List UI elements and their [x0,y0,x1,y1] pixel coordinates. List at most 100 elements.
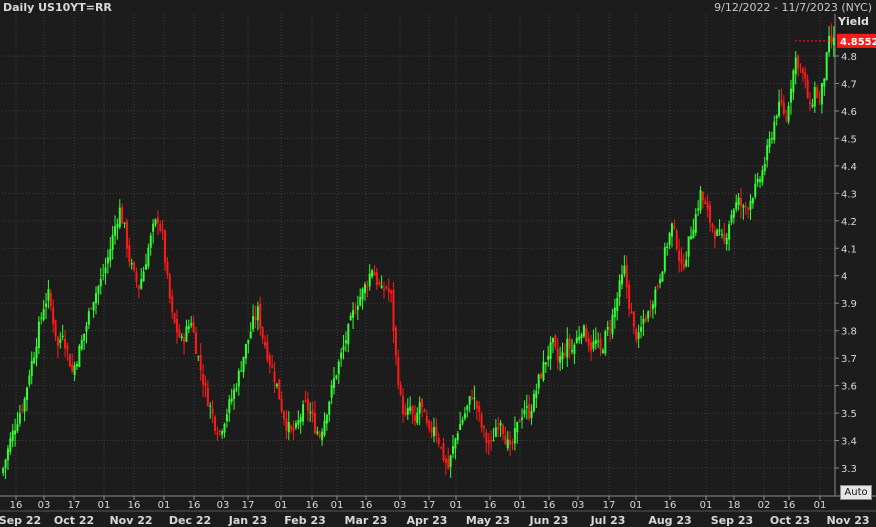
candle-body [192,321,195,333]
candle-body [659,279,662,284]
candle-body [33,357,36,364]
candle-body [770,138,773,140]
candle-body [709,205,712,223]
candle-body [649,310,652,312]
candle-body [385,287,388,289]
candle-body [228,399,231,413]
candle-body [751,198,754,204]
candle-body [635,328,638,341]
candle-body [492,440,495,442]
candle-body [45,303,48,307]
candle-body [592,341,595,349]
candle-body [528,404,531,419]
candle-body [806,79,809,99]
candle-body [792,70,795,93]
candle-body [654,289,657,308]
candle-body [747,208,750,211]
candle-body [316,431,319,434]
candle-body [490,440,493,442]
candle-body [271,365,274,368]
candle-body [204,382,207,387]
candle-body [275,383,278,387]
candle-body [416,412,419,423]
candle-body [194,332,197,355]
candle-body [164,230,167,263]
candle-body [475,401,478,409]
candle-body [409,406,412,411]
candle-body [544,362,547,365]
candle-body [209,405,212,408]
candle-body [30,360,33,377]
candle-body [754,183,757,197]
x-month-label: Apr 23 [407,514,448,527]
candle-body [482,426,485,429]
candle-body [440,447,443,449]
x-tick-label: 02 [758,500,771,511]
x-tick-label: 03 [217,500,230,511]
y-tick-label: 4.1 [841,244,857,255]
candle-body [252,316,255,330]
candle-body [278,379,281,400]
candle-body [737,197,740,206]
candle-body [773,121,776,141]
candle-body [287,422,290,433]
candle-body [283,411,286,420]
x-month-label: Dec 22 [169,514,211,527]
candle-body [578,336,581,341]
candle-body [175,318,178,333]
candle-body [818,100,821,102]
x-month-label: Oct 23 [770,514,810,527]
x-month-label: Mar 23 [345,514,388,527]
candle-body [280,398,283,412]
candle-body [6,448,9,461]
candle-body [168,274,171,299]
candle-body [185,326,188,342]
candle-body [699,190,702,211]
candle-body [52,307,55,324]
candle-body [92,302,95,311]
candle-body [756,178,759,183]
candle-body [820,83,823,105]
candle-body [670,223,673,237]
candle-body [480,414,483,428]
candle-body [14,430,17,435]
candle-body [556,348,559,361]
x-tick-label: 03 [394,500,407,511]
candle-body [780,99,783,103]
candle-body [406,408,409,415]
candle-body [240,370,243,372]
candle-body [318,433,321,437]
candle-body [632,311,635,327]
candle-body [606,326,609,330]
candle-body [121,207,124,224]
x-tick-label: 01 [98,500,111,511]
candle-body [497,426,500,430]
candle-body [147,247,150,267]
candle-body [628,284,631,309]
candle-body [809,102,812,105]
candlestick-chart[interactable]: 3.3 3.4 3.5 3.6 3.7 3.8 3.9 4 4.1 4.2 4.3 4.4 4.5 4.6… [0,0,876,527]
candle-body [247,339,250,344]
x-month-label: Sep 22 [0,514,41,527]
x-month-label: Nov 23 [826,514,869,527]
candle-body [742,205,745,208]
candle-body [728,224,731,240]
candle-body [199,355,202,371]
candle-body [630,311,633,314]
candle-body [221,431,224,435]
candle-body [66,345,69,351]
candle-body [611,314,614,335]
candle-body [356,305,359,311]
candle-body [254,316,257,320]
candle-body [720,234,723,236]
candle-body [559,356,562,363]
candle-body [123,222,126,224]
candle-body [711,223,714,228]
candle-body [42,309,45,320]
auto-scale-button[interactable]: Auto [840,485,872,500]
candle-body [532,393,535,412]
candle-body [618,280,621,297]
candle-body [620,274,623,285]
candle-body [259,303,262,329]
x-tick-label: 16 [543,500,556,511]
